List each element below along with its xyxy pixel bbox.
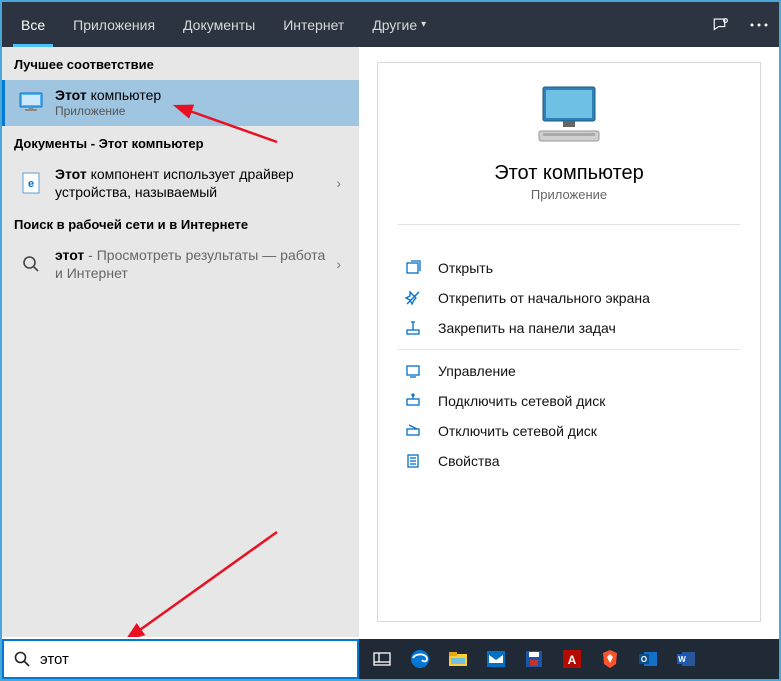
- preview-subtitle: Приложение: [398, 187, 740, 202]
- tab-web-label: Интернет: [283, 17, 344, 33]
- tab-all[interactable]: Все: [7, 2, 59, 47]
- outlook-icon[interactable]: O: [631, 643, 665, 675]
- manage-icon: [402, 363, 424, 379]
- adobe-reader-icon[interactable]: A: [555, 643, 589, 675]
- result-web-text: этот - Просмотреть результаты — работа и…: [55, 246, 330, 282]
- disconnect-drive-icon: [402, 423, 424, 439]
- tab-documents[interactable]: Документы: [169, 2, 269, 47]
- mail-icon[interactable]: [479, 643, 513, 675]
- tab-internet[interactable]: Интернет: [269, 2, 358, 47]
- pin-taskbar-icon: [402, 320, 424, 336]
- preview-pane: Этот компьютер Приложение Открыть Откреп…: [359, 47, 779, 637]
- properties-icon: [402, 453, 424, 469]
- action-manage[interactable]: Управление: [398, 356, 740, 386]
- annotation-arrow: [127, 532, 287, 637]
- more-icon[interactable]: [749, 15, 769, 35]
- save-disk-icon[interactable]: [517, 643, 551, 675]
- feedback-icon[interactable]: [711, 15, 731, 35]
- word-icon[interactable]: W: [669, 643, 703, 675]
- action-pin-label: Закрепить на панели задач: [438, 320, 616, 336]
- best-match-header: Лучшее соответствие: [2, 47, 359, 80]
- this-pc-icon: [17, 89, 45, 117]
- chevron-down-icon: ▾: [421, 19, 426, 30]
- tab-apps-label: Приложения: [73, 17, 155, 33]
- search-header: Все Приложения Документы Интернет Другие…: [2, 2, 779, 47]
- brave-icon[interactable]: [593, 643, 627, 675]
- tab-more-label: Другие: [372, 17, 417, 33]
- taskbar: A O W: [359, 639, 779, 679]
- search-icon: [17, 250, 45, 278]
- action-map-label: Подключить сетевой диск: [438, 393, 605, 409]
- search-input[interactable]: [40, 651, 347, 668]
- result-this-pc[interactable]: Этот компьютер Приложение: [2, 80, 359, 126]
- svg-text:O: O: [641, 655, 647, 664]
- action-pin-taskbar[interactable]: Закрепить на панели задач: [398, 313, 740, 343]
- action-manage-label: Управление: [438, 363, 516, 379]
- result-web-search[interactable]: этот - Просмотреть результаты — работа и…: [2, 240, 359, 288]
- action-open-label: Открыть: [438, 260, 493, 276]
- search-box[interactable]: [2, 639, 359, 679]
- svg-text:e: e: [28, 178, 34, 190]
- tab-apps[interactable]: Приложения: [59, 2, 169, 47]
- preview-title: Этот компьютер: [398, 162, 740, 185]
- action-open[interactable]: Открыть: [398, 253, 740, 283]
- unpin-icon: [402, 290, 424, 306]
- chevron-right-icon[interactable]: ›: [330, 175, 347, 191]
- chevron-right-icon[interactable]: ›: [330, 256, 347, 272]
- action-unpin-start[interactable]: Открепить от начального экрана: [398, 283, 740, 313]
- web-section-header: Поиск в рабочей сети и в Интернете: [2, 207, 359, 240]
- action-map-drive[interactable]: Подключить сетевой диск: [398, 386, 740, 416]
- action-properties-label: Свойства: [438, 453, 499, 469]
- svg-text:A: A: [568, 653, 577, 667]
- file-explorer-icon[interactable]: [441, 643, 475, 675]
- documents-section-header: Документы - Этот компьютер: [2, 126, 359, 159]
- tab-docs-label: Документы: [183, 17, 255, 33]
- search-icon: [14, 651, 30, 667]
- tab-more[interactable]: Другие ▾: [358, 2, 440, 47]
- edge-doc-icon: e: [17, 169, 45, 197]
- action-disconnect-label: Отключить сетевой диск: [438, 423, 597, 439]
- result-this-pc-text: Этот компьютер Приложение: [55, 86, 347, 120]
- action-unpin-label: Открепить от начального экрана: [438, 290, 650, 306]
- action-properties[interactable]: Свойства: [398, 446, 740, 476]
- tab-all-label: Все: [21, 17, 45, 33]
- edge-icon[interactable]: [403, 643, 437, 675]
- results-list: Лучшее соответствие Этот компьютер Прило…: [2, 47, 359, 637]
- task-view-icon[interactable]: [365, 643, 399, 675]
- map-drive-icon: [402, 393, 424, 409]
- action-disconnect-drive[interactable]: Отключить сетевой диск: [398, 416, 740, 446]
- open-icon: [402, 260, 424, 276]
- this-pc-large-icon: [533, 83, 605, 147]
- result-document[interactable]: e Этот компонент использует драйвер устр…: [2, 159, 359, 207]
- svg-text:W: W: [678, 655, 686, 664]
- result-document-text: Этот компонент использует драйвер устрой…: [55, 165, 330, 201]
